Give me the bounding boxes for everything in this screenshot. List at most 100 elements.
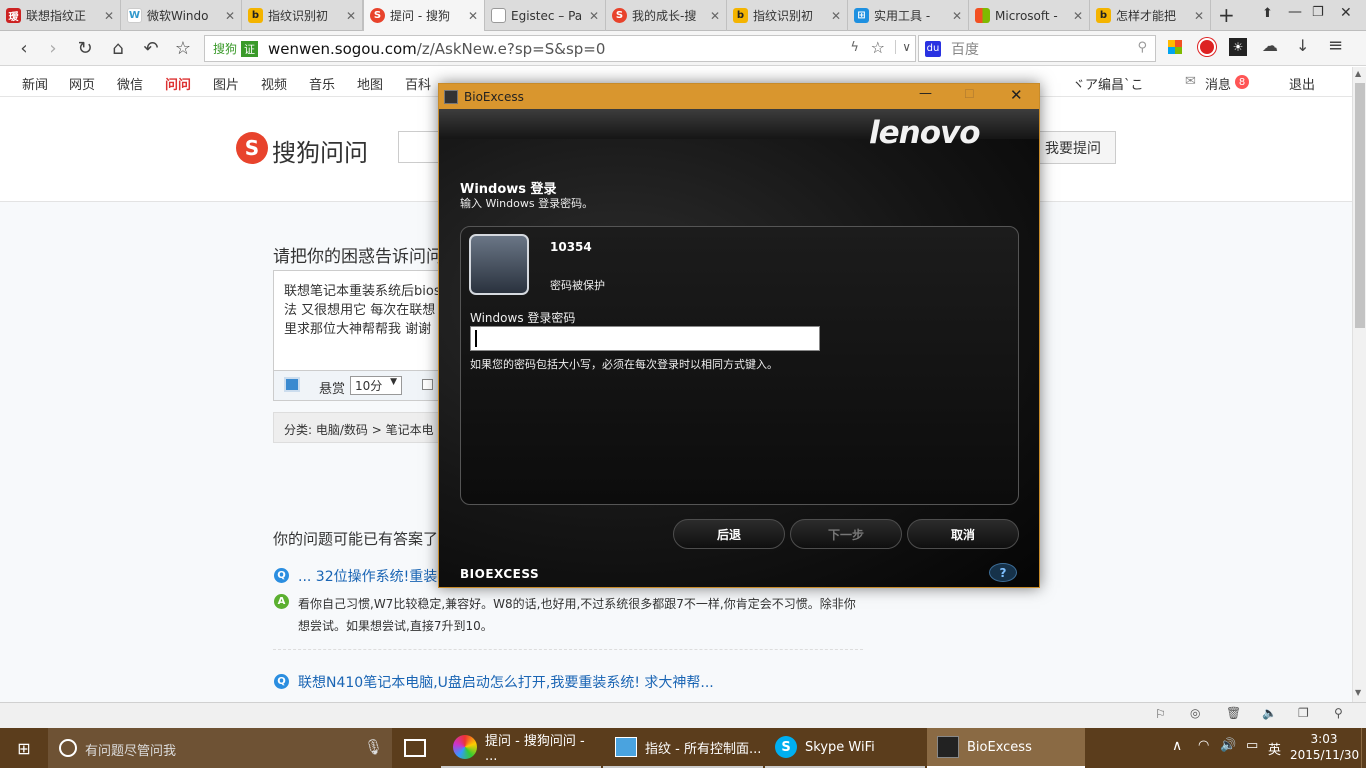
tab-4-active[interactable]: S 提问 - 搜狗 ✕ <box>363 0 485 31</box>
search-icon[interactable]: ⚲ <box>1137 40 1147 55</box>
adblock-icon[interactable] <box>1198 38 1216 56</box>
cloud-icon[interactable]: ☁ <box>1262 36 1278 55</box>
mail-icon[interactable]: ✉ <box>1185 74 1196 89</box>
related-question-link[interactable]: ... 32位操作系统!重装系 <box>298 566 451 586</box>
nav-map[interactable]: 地图 <box>357 74 383 93</box>
anonymous-checkbox[interactable] <box>422 379 433 390</box>
close-icon[interactable]: ✕ <box>1194 9 1204 23</box>
task-view-icon[interactable] <box>404 739 426 757</box>
close-icon[interactable]: ✕ <box>468 9 478 23</box>
lightning-icon[interactable]: ϟ <box>850 40 859 55</box>
reload-icon[interactable]: ↻ <box>72 35 98 61</box>
brightness-icon[interactable]: ☀ <box>1229 38 1247 56</box>
related-question-link[interactable]: 联想N410笔记本电脑,U盘启动怎么打开,我要重装系统! 求大神帮... <box>298 672 714 692</box>
tab-2[interactable]: W 微软Windo ✕ <box>121 0 242 31</box>
nav-news[interactable]: 新闻 <box>22 74 48 93</box>
menu-icon[interactable]: ≡ <box>1328 35 1343 56</box>
maximize-icon[interactable]: ☐ <box>964 87 975 101</box>
nav-baike[interactable]: 百科 <box>405 74 431 93</box>
tab-8[interactable]: ⊞ 实用工具 - ✕ <box>848 0 969 31</box>
undo-icon[interactable]: ↶ <box>138 35 164 61</box>
compass-icon[interactable]: ◎ <box>1190 706 1200 720</box>
logout-link[interactable]: 退出 <box>1289 74 1315 93</box>
category-row[interactable]: 分类: 电脑/数码 > 笔记本电 <box>273 412 439 443</box>
close-icon[interactable]: ✕ <box>952 9 962 23</box>
microphone-icon[interactable]: 🎙 <box>364 738 383 756</box>
pin-icon[interactable]: ⚐ <box>1155 707 1166 721</box>
wifi-icon[interactable]: ◠ <box>1198 738 1209 753</box>
scroll-up-icon[interactable]: ▲ <box>1355 69 1361 78</box>
browser-tab-bar: 瑷联想指纹正 ✕ W 微软Windo ✕ b 指纹识别初 ✕ S 提问 - 搜狗 ✕ Egis… <box>0 0 1366 31</box>
close-icon[interactable]: ✕ <box>225 9 235 23</box>
maximize-icon[interactable]: ❐ <box>1312 5 1324 20</box>
taskbar-app-bioexcess[interactable]: BioExcess <box>927 728 1085 768</box>
scrollbar-thumb[interactable] <box>1355 83 1365 328</box>
nav-video[interactable]: 视频 <box>261 74 287 93</box>
apps-icon[interactable] <box>1168 40 1182 54</box>
help-button[interactable]: ? <box>989 563 1017 582</box>
question-textarea[interactable]: 联想笔记本重装系统后bios 法 又很想用它 每次在联想 里求那位大神帮帮我 谢… <box>273 270 439 371</box>
bookmark-star-icon[interactable]: ☆ <box>170 35 196 61</box>
back-icon[interactable]: ‹ <box>11 35 37 61</box>
cortana-search[interactable]: 有问题尽管问我 🎙 <box>48 728 392 768</box>
minimize-icon[interactable]: — <box>919 86 932 101</box>
close-icon[interactable]: ✕ <box>346 9 356 23</box>
close-icon[interactable]: ✕ <box>1073 9 1083 23</box>
notification-icon[interactable]: ▭ <box>1246 738 1258 753</box>
page-scrollbar[interactable]: ▲ ▼ <box>1352 67 1366 702</box>
back-button[interactable]: 后退 <box>673 519 785 549</box>
show-desktop-button[interactable] <box>1361 728 1366 768</box>
dialog-body: lenovo Windows 登录 输入 Windows 登录密码。 10354… <box>439 109 1039 587</box>
ask-question-button[interactable]: 我要提问 <box>1030 131 1116 164</box>
taskbar-app-skype[interactable]: S Skype WiFi <box>765 728 925 768</box>
start-button[interactable]: ⊞ <box>0 728 48 768</box>
password-input[interactable] <box>470 326 820 351</box>
messages-link[interactable]: 消息 <box>1205 74 1231 93</box>
ime-indicator[interactable]: 英 <box>1268 739 1281 758</box>
next-button[interactable]: 下一步 <box>790 519 902 549</box>
tab-10[interactable]: b 怎样才能把 ✕ <box>1090 0 1211 31</box>
site-search-input[interactable] <box>398 131 440 163</box>
volume-icon[interactable]: 🔊 <box>1220 738 1236 753</box>
forward-icon[interactable]: › <box>40 35 66 61</box>
scroll-down-icon[interactable]: ▼ <box>1355 688 1361 697</box>
window-icon[interactable]: ❐ <box>1298 706 1309 720</box>
tab-3[interactable]: b 指纹识别初 ✕ <box>242 0 363 31</box>
image-upload-icon[interactable] <box>284 377 300 392</box>
favorite-star-icon[interactable]: ☆ <box>871 38 885 57</box>
reward-select[interactable]: 10分 ▼ <box>350 376 402 395</box>
new-tab-icon[interactable]: + <box>1218 3 1235 27</box>
search-box[interactable]: du 百度 ⚲ <box>918 35 1156 62</box>
download-icon[interactable]: ↓ <box>1296 36 1309 55</box>
dialog-titlebar[interactable]: BioExcess — ☐ ✕ <box>439 84 1039 109</box>
volume-icon[interactable]: 🔈 <box>1262 706 1277 720</box>
clock[interactable]: 3:03 2015/11/30 <box>1290 731 1359 763</box>
nav-weixin[interactable]: 微信 <box>117 74 143 93</box>
nav-web[interactable]: 网页 <box>69 74 95 93</box>
trash-icon[interactable]: 🗑 <box>1226 706 1241 720</box>
tab-7[interactable]: b 指纹识别初 ✕ <box>727 0 848 31</box>
nav-images[interactable]: 图片 <box>213 74 239 93</box>
home-icon[interactable]: ⌂ <box>105 35 131 61</box>
chevron-down-icon[interactable]: ∨ <box>895 40 911 54</box>
close-icon[interactable]: ✕ <box>1010 86 1023 104</box>
close-icon[interactable]: ✕ <box>589 9 599 23</box>
close-window-icon[interactable]: ✕ <box>1340 5 1352 21</box>
tab-1[interactable]: 瑷联想指纹正 ✕ <box>0 0 121 31</box>
address-bar[interactable]: 搜狗 证 wenwen.sogou.com/z/AskNew.e?sp=S&sp… <box>204 35 916 62</box>
tab-6[interactable]: S 我的成长-搜 ✕ <box>606 0 727 31</box>
taskbar-app-browser[interactable]: 提问 - 搜狗问问 - ... <box>441 728 601 768</box>
cancel-button[interactable]: 取消 <box>907 519 1019 549</box>
user-name[interactable]: ヾア编昌ˋこ <box>1072 74 1144 93</box>
close-icon[interactable]: ✕ <box>104 9 114 23</box>
zoom-icon[interactable]: ⚲ <box>1334 706 1343 720</box>
close-icon[interactable]: ✕ <box>710 9 720 23</box>
minimize-icon[interactable]: — <box>1288 4 1302 20</box>
taskbar-app-control-panel[interactable]: 指纹 - 所有控制面... <box>603 728 763 768</box>
chevron-up-icon[interactable]: ∧ <box>1172 738 1182 754</box>
tab-9[interactable]: Microsoft - ✕ <box>969 0 1090 31</box>
close-icon[interactable]: ✕ <box>831 9 841 23</box>
nav-music[interactable]: 音乐 <box>309 74 335 93</box>
pin-icon[interactable]: ⬆ <box>1262 6 1273 21</box>
tab-5[interactable]: Egistec – Pa ✕ <box>485 0 606 31</box>
